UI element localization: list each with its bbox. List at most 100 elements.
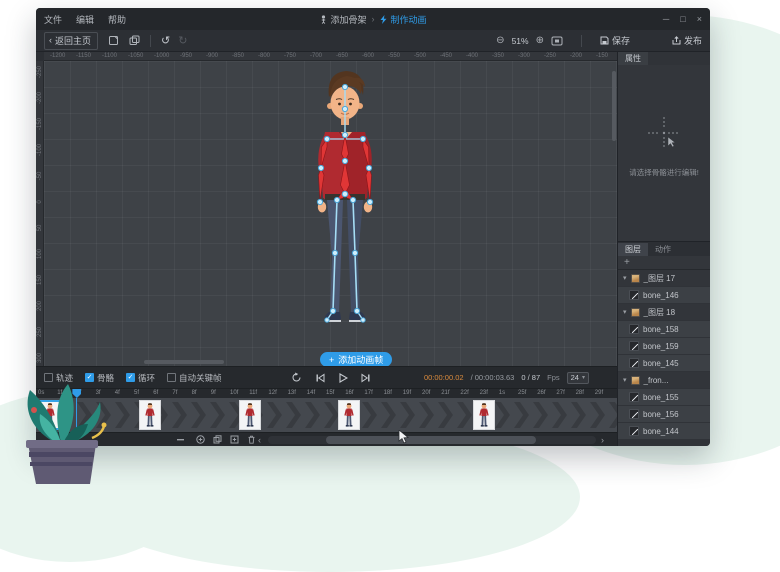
layer-group-row[interactable]: ▾_fron...: [618, 372, 710, 388]
publish-button[interactable]: 发布: [672, 34, 702, 47]
bone-icon: [629, 341, 639, 351]
add-layer-button[interactable]: +: [618, 256, 710, 270]
minimize-button[interactable]: ─: [663, 14, 669, 24]
breadcrumb-step-skeleton[interactable]: 添加骨架: [319, 13, 366, 26]
character-rig[interactable]: [44, 61, 617, 366]
timeline-bottom-bar: ‹ ›: [36, 432, 617, 446]
ruler-tick-label: 0: [37, 192, 43, 212]
save-icon: [600, 36, 609, 45]
bone-row[interactable]: bone_155: [618, 389, 710, 405]
layer-label: _图层 18: [644, 307, 676, 318]
ruler-tick-label: -250: [544, 53, 556, 59]
frame-tick-label: 18f: [384, 390, 392, 396]
timeline-track[interactable]: [36, 398, 617, 432]
timeline-scrollbar-thumb[interactable]: [326, 436, 536, 444]
ruler-tick-label: 100: [37, 244, 43, 264]
keyframe-thumbnail-2[interactable]: [239, 400, 261, 430]
ruler-tick-label: -750: [284, 53, 296, 59]
timeline-zoom-out-button[interactable]: [176, 435, 185, 444]
frame-tick-label: 20f: [422, 390, 430, 396]
checkbox-3[interactable]: 自动关键帧: [167, 372, 222, 384]
timeline-status: 00:00:00.02 / 00:00:03.63 0 / 87 Fps 24 …: [424, 372, 609, 384]
play-button[interactable]: [338, 373, 348, 383]
fps-label: Fps: [547, 373, 560, 382]
ruler-tick-label: -600: [362, 53, 374, 59]
new-frame-button[interactable]: [108, 35, 119, 46]
duplicate-button[interactable]: [129, 35, 140, 46]
keyframe-thumbnail-1[interactable]: [139, 400, 161, 430]
layer-label: bone_159: [643, 342, 679, 351]
bone-row[interactable]: bone_146: [618, 287, 710, 303]
close-button[interactable]: ×: [697, 14, 702, 24]
breadcrumb-step-animate[interactable]: 制作动画: [380, 13, 427, 26]
layer-group-row[interactable]: ▾ _图层 18: [618, 304, 710, 320]
frame-counter: 0 / 87: [521, 373, 540, 382]
menu-edit[interactable]: 编辑: [76, 13, 94, 26]
layer-label: bone_145: [643, 359, 679, 368]
ruler-tick-label: -250: [37, 62, 43, 82]
timeline-ruler[interactable]: 0s1f2f3f4f5f6f7f8f9f10f11f12f13f14f15f16…: [36, 388, 617, 398]
bones: [317, 84, 372, 322]
breadcrumb-separator: ›: [372, 14, 375, 24]
scroll-left-arrow[interactable]: ‹: [258, 435, 261, 445]
stage-canvas[interactable]: + 添加动画帧: [44, 61, 617, 366]
maximize-button[interactable]: □: [680, 14, 685, 24]
timeline-zoom-in-button[interactable]: [196, 435, 205, 444]
breadcrumb-step2-label: 制作动画: [391, 13, 427, 26]
redo-button[interactable]: ↻: [178, 34, 187, 47]
layer-group-row[interactable]: ▾_图层 17: [618, 270, 710, 286]
frame-tick-label: 17f: [364, 390, 372, 396]
canvas-hscrollbar[interactable]: [44, 360, 617, 364]
bone-row[interactable]: bone_144: [618, 423, 710, 439]
ruler-tick-label: -150: [37, 114, 43, 134]
bone-row[interactable]: bone_156: [618, 406, 710, 422]
delete-frame-button[interactable]: [247, 435, 256, 444]
checkbox-checked-icon[interactable]: ✓: [126, 373, 135, 382]
zoom-level: 51%: [512, 36, 529, 46]
timeline-scrollbar[interactable]: [268, 436, 596, 444]
layer-group-icon: [631, 308, 640, 317]
undo-button[interactable]: ↺: [161, 34, 170, 47]
save-button[interactable]: 保存: [600, 34, 630, 47]
ruler-tick-label: -200: [37, 88, 43, 108]
bolt-icon: [380, 15, 388, 24]
replay-button[interactable]: [291, 372, 302, 383]
menu-help[interactable]: 帮助: [108, 13, 126, 26]
new-frame-icon: [108, 35, 119, 46]
tab-properties[interactable]: 属性: [618, 52, 648, 65]
ruler-tick-label: -450: [440, 53, 452, 59]
frame-tick-label: 15f: [326, 390, 334, 396]
frame-tick-label: 6f: [153, 390, 158, 396]
frame-tick-label: 16f: [345, 390, 353, 396]
keyframe-thumbnail-4[interactable]: [473, 400, 495, 430]
copy-frame-button[interactable]: [213, 435, 222, 444]
step-forward-button[interactable]: [361, 373, 371, 383]
app-window: 文件 编辑 帮助 添加骨架 › 制作动画 ─ □ ×: [36, 8, 710, 446]
checkbox-unchecked-icon[interactable]: [167, 373, 176, 382]
back-home-button[interactable]: ‹ 返回主页: [44, 32, 98, 50]
tab-layers[interactable]: 图层: [618, 243, 648, 256]
keyframe-thumbnail-3[interactable]: [338, 400, 360, 430]
tab-actions[interactable]: 动作: [648, 243, 678, 256]
step-back-button[interactable]: [315, 373, 325, 383]
canvas-vscrollbar[interactable]: [612, 65, 616, 366]
bone-row[interactable]: bone_159: [618, 338, 710, 354]
caret-down-icon[interactable]: ▾: [623, 308, 627, 316]
menu-file[interactable]: 文件: [44, 13, 62, 26]
ruler-tick-label: 150: [37, 270, 43, 290]
ruler-vertical: -250-200-150-100-50050100150200250300: [36, 61, 44, 366]
frame-tick-label: 28f: [576, 390, 584, 396]
scroll-right-arrow[interactable]: ›: [601, 435, 604, 445]
zoom-out-button[interactable]: ⊖: [496, 35, 504, 46]
caret-down-icon[interactable]: ▾: [623, 376, 627, 384]
fit-screen-button[interactable]: [551, 36, 563, 46]
zoom-in-button[interactable]: ⊕: [536, 35, 544, 46]
caret-down-icon[interactable]: ▾: [623, 274, 627, 282]
bone-row[interactable]: bone_145: [618, 355, 710, 371]
bone-row[interactable]: bone_158: [618, 321, 710, 337]
fps-dropdown[interactable]: 24 ▾: [567, 372, 589, 384]
checkbox-2[interactable]: ✓循环: [126, 372, 155, 384]
checkbox-label: 自动关键帧: [179, 372, 222, 384]
insert-frame-button[interactable]: [230, 435, 239, 444]
frame-tick-label: 25f: [518, 390, 526, 396]
